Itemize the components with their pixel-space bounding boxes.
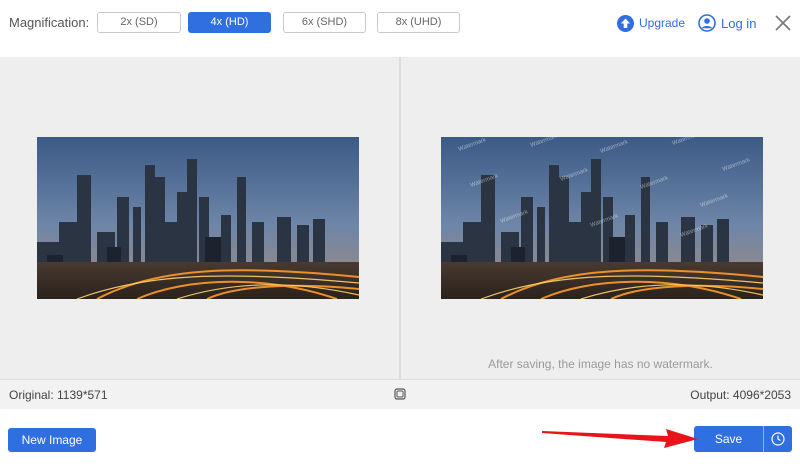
- user-icon: [698, 14, 716, 32]
- magnification-6x-button[interactable]: 6x (SHD): [283, 12, 366, 33]
- history-button[interactable]: [764, 426, 792, 452]
- upgrade-link[interactable]: Upgrade: [617, 12, 685, 34]
- red-arrow-annotation: [542, 429, 698, 448]
- magnification-8x-button[interactable]: 8x (UHD): [377, 12, 460, 33]
- info-bar: Original: 1139*571 Output: 4096*2053: [0, 379, 800, 409]
- magnification-label: Magnification:: [9, 15, 90, 30]
- watermark-note: After saving, the image has no watermark…: [488, 357, 713, 371]
- compare-icon[interactable]: [394, 388, 406, 400]
- output-image: Watermark Watermark Watermark Watermark Wate…: [441, 137, 763, 299]
- history-icon: [771, 432, 785, 446]
- save-button[interactable]: Save: [694, 426, 763, 452]
- upgrade-label: Upgrade: [639, 16, 686, 30]
- original-resolution: Original: 1139*571: [9, 388, 108, 402]
- new-image-button[interactable]: New Image: [8, 428, 96, 452]
- preview-workspace: Watermark Watermark Watermark Watermark Wate…: [0, 57, 800, 379]
- login-label: Log in: [721, 15, 757, 31]
- magnification-4x-button[interactable]: 4x (HD): [188, 12, 271, 33]
- output-preview-pane: Watermark Watermark Watermark Watermark Wate…: [401, 57, 800, 379]
- original-preview-pane: [0, 57, 399, 379]
- top-toolbar: Magnification: 2x (SD) 4x (HD) 6x (SHD) …: [0, 0, 800, 57]
- magnification-2x-button[interactable]: 2x (SD): [97, 12, 181, 33]
- upgrade-icon: [617, 14, 634, 32]
- save-button-group: Save: [694, 426, 792, 452]
- close-icon[interactable]: [772, 12, 794, 34]
- original-image: [37, 137, 359, 299]
- login-link[interactable]: Log in: [698, 12, 756, 34]
- output-resolution: Output: 4096*2053: [690, 388, 791, 402]
